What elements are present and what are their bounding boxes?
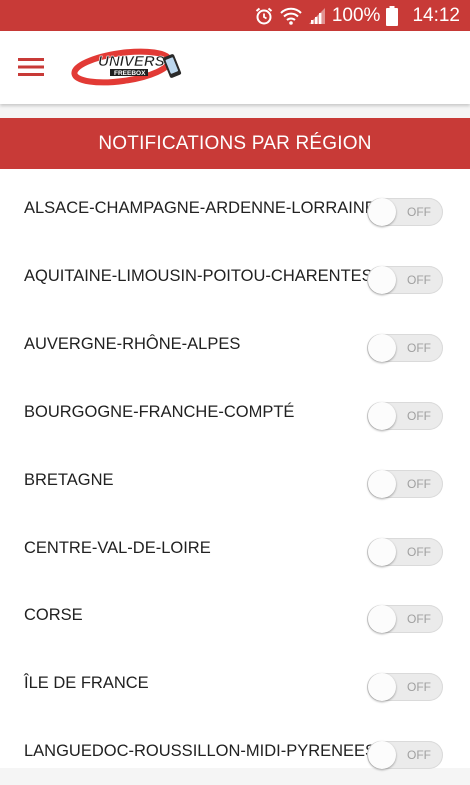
region-toggle[interactable]: OFF	[367, 673, 443, 701]
toggle-knob	[368, 198, 396, 226]
app-bar: UNIVERS FREEBOX	[0, 31, 470, 104]
status-icons: 100% 14:12	[254, 0, 460, 31]
list-item-region: BOURGOGNE-FRANCHE-COMPTÉ OFF	[0, 378, 470, 446]
region-toggle[interactable]: OFF	[367, 334, 443, 362]
toggle-knob	[368, 673, 396, 701]
toggle-knob	[368, 605, 396, 633]
signal-icon	[308, 7, 326, 25]
region-label: AQUITAINE-LIMOUSIN-POITOU-CHARENTES	[24, 266, 373, 285]
svg-text:UNIVERS: UNIVERS	[98, 53, 165, 70]
toggle-state: OFF	[407, 748, 431, 762]
toggle-knob	[368, 402, 396, 430]
region-toggle[interactable]: OFF	[367, 605, 443, 633]
region-label: CENTRE-VAL-DE-LOIRE	[24, 538, 211, 557]
toggle-state: OFF	[407, 680, 431, 694]
list-item-region: ALSACE-CHAMPAGNE-ARDENNE-LORRAINE OFF	[0, 174, 470, 242]
region-label: CORSE	[24, 605, 83, 624]
battery-percent: 100%	[331, 4, 381, 26]
status-bar: 100% 14:12	[0, 0, 470, 31]
toggle-state: OFF	[407, 612, 431, 626]
wifi-icon	[280, 6, 302, 26]
clock: 14:12	[412, 4, 460, 26]
toggle-knob	[368, 538, 396, 566]
univers-freebox-logo[interactable]: UNIVERS FREEBOX	[70, 47, 186, 87]
list-item-region: ÎLE DE FRANCE OFF	[0, 649, 470, 717]
alarm-icon	[254, 6, 274, 26]
region-toggle[interactable]: OFF	[367, 198, 443, 226]
battery-icon	[386, 5, 399, 26]
region-label: ALSACE-CHAMPAGNE-ARDENNE-LORRAINE	[24, 198, 376, 217]
hamburger-menu-icon	[18, 58, 44, 76]
region-label: LANGUEDOC-ROUSSILLON-MIDI-PYRENEES	[24, 741, 377, 760]
region-label: BRETAGNE	[24, 470, 114, 489]
toggle-state: OFF	[407, 409, 431, 423]
toggle-state: OFF	[407, 341, 431, 355]
svg-text:FREEBOX: FREEBOX	[114, 70, 146, 77]
toggle-state: OFF	[407, 477, 431, 491]
list-item-region: BRETAGNE OFF	[0, 446, 470, 514]
region-toggle[interactable]: OFF	[367, 266, 443, 294]
toggle-state: OFF	[407, 205, 431, 219]
region-toggle[interactable]: OFF	[367, 402, 443, 430]
region-label: BOURGOGNE-FRANCHE-COMPTÉ	[24, 402, 295, 421]
menu-button[interactable]	[14, 51, 48, 83]
toggle-knob	[368, 470, 396, 498]
toggle-state: OFF	[407, 545, 431, 559]
region-toggle[interactable]: OFF	[367, 741, 443, 769]
toggle-knob	[368, 334, 396, 362]
region-list: ALSACE-CHAMPAGNE-ARDENNE-LORRAINE OFF AQ…	[0, 169, 470, 769]
list-item-region: CORSE OFF	[0, 581, 470, 649]
list-item-region: AQUITAINE-LIMOUSIN-POITOU-CHARENTES OFF	[0, 242, 470, 310]
section-title: NOTIFICATIONS PAR RÉGION	[0, 118, 470, 169]
list-item-region: LANGUEDOC-ROUSSILLON-MIDI-PYRENEES OFF	[0, 717, 470, 785]
region-toggle[interactable]: OFF	[367, 470, 443, 498]
toggle-knob	[368, 741, 396, 769]
list-item-region: CENTRE-VAL-DE-LOIRE OFF	[0, 514, 470, 582]
toggle-state: OFF	[407, 273, 431, 287]
toggle-knob	[368, 266, 396, 294]
region-label: ÎLE DE FRANCE	[24, 673, 149, 692]
region-label: AUVERGNE-RHÔNE-ALPES	[24, 334, 241, 353]
list-item-region: AUVERGNE-RHÔNE-ALPES OFF	[0, 310, 470, 378]
region-toggle[interactable]: OFF	[367, 538, 443, 566]
